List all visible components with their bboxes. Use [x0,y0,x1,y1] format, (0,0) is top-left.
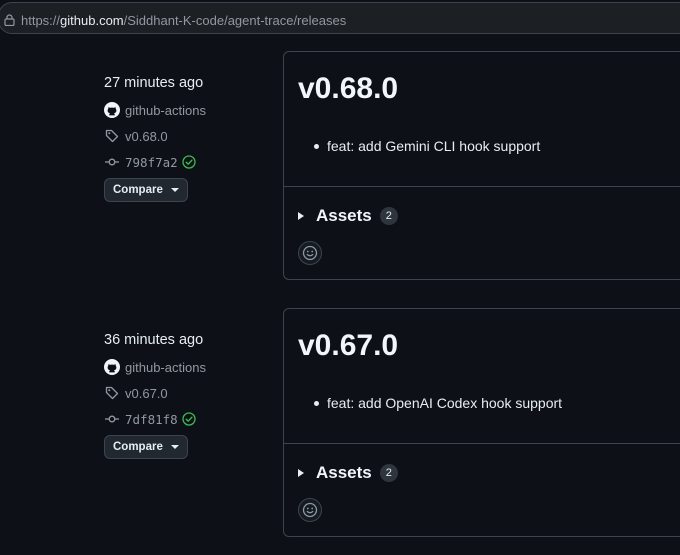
git-commit-icon [105,158,119,166]
triangle-right-icon [298,469,304,477]
url-host: github.com [60,13,124,28]
release-meta: 36 minutes ago github-actions v0.67.0 7d… [104,329,274,459]
tag-name: v0.68.0 [125,128,168,144]
assets-title: Assets [316,463,372,482]
github-logo-icon [104,102,120,118]
compare-label: Compare [113,441,163,453]
assets-count-badge: 2 [379,207,398,225]
release-note-item: feat: add OpenAI Codex hook support [298,395,562,411]
release-commit[interactable]: 7df81f8 [104,409,274,429]
url-text[interactable]: https://github.com/Siddhant-K-code/agent… [21,13,346,28]
commit-sha: 798f7a2 [125,154,178,170]
release-title[interactable]: v0.68.0 [298,72,398,106]
release-commit[interactable]: 798f7a2 [104,152,274,172]
compare-button[interactable]: Compare [104,178,188,202]
bullet-icon [314,143,319,149]
release-title[interactable]: v0.67.0 [298,329,398,363]
assets-toggle[interactable]: Assets 2 [298,463,398,483]
smiley-icon [302,245,318,261]
add-reaction-button[interactable] [298,498,322,522]
release-time: 27 minutes ago [104,75,204,91]
release-note-text: feat: add OpenAI Codex hook support [327,395,563,411]
tag-icon [105,129,119,143]
release-meta: 27 minutes ago github-actions v0.68.0 79… [104,72,274,202]
url-path: /Siddhant-K-code/agent-trace/releases [123,13,347,28]
commit-sha: 7df81f8 [125,411,178,427]
assets-toggle[interactable]: Assets 2 [298,206,398,226]
url-field[interactable]: https://github.com/Siddhant-K-code/agent… [0,2,680,34]
release-body: v0.68.0 feat: add Gemini CLI hook suppor… [284,52,680,187]
compare-label: Compare [113,184,163,196]
assets-count-badge: 2 [379,464,398,482]
github-logo-icon [104,359,120,375]
git-commit-icon [105,415,119,423]
browser-address-bar: https://github.com/Siddhant-K-code/agent… [0,0,680,38]
release-tag[interactable]: v0.67.0 [104,383,274,403]
triangle-right-icon [298,212,304,220]
caret-down-icon [170,445,179,449]
release-author[interactable]: github-actions [104,357,274,377]
check-circle-icon [182,412,196,426]
bullet-icon [314,400,319,406]
assets-section: Assets 2 [284,444,680,536]
check-circle-icon [182,155,196,169]
release-body: v0.67.0 feat: add OpenAI Codex hook supp… [284,309,680,444]
tag-icon [105,386,119,400]
smiley-icon [302,502,318,518]
tag-name: v0.67.0 [125,385,168,401]
author-name: github-actions [125,359,206,375]
release-time: 36 minutes ago [104,332,204,348]
release-notes: feat: add Gemini CLI hook support [298,138,540,154]
caret-down-icon [170,188,179,192]
release-note-item: feat: add Gemini CLI hook support [298,138,540,154]
compare-button[interactable]: Compare [104,435,188,459]
url-prefix: https:// [21,13,61,28]
author-name: github-actions [125,102,206,118]
release-card: v0.68.0 feat: add Gemini CLI hook suppor… [283,51,680,280]
release-author[interactable]: github-actions [104,100,274,120]
release-card: v0.67.0 feat: add OpenAI Codex hook supp… [283,308,680,537]
release-note-text: feat: add Gemini CLI hook support [327,138,541,154]
release-notes: feat: add OpenAI Codex hook support [298,395,562,411]
add-reaction-button[interactable] [298,241,322,265]
release-tag[interactable]: v0.68.0 [104,126,274,146]
assets-section: Assets 2 [284,187,680,279]
lock-icon [4,14,15,26]
assets-title: Assets [316,206,372,225]
